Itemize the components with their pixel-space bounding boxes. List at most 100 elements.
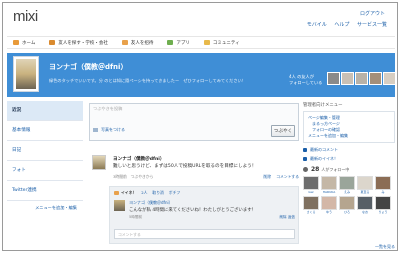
nav-apps[interactable]: アプリ [167,40,190,46]
recent-comments-label: 最新のコメント [310,147,338,152]
nav-label: 友人を探す・学校・会社 [58,40,108,46]
community-icon [203,40,210,45]
like-label[interactable]: イイネ！ [121,190,136,196]
find-friends-icon [49,40,56,45]
post-actions: 削除 コメントする [259,174,299,180]
follower-name: ゆう [325,210,332,214]
invite-icon [121,40,128,45]
post-avatar[interactable] [92,155,106,170]
friend-photo[interactable] [327,72,340,85]
follower-count: 28 [311,166,320,173]
follow-label: フォローしている [289,80,323,85]
follower-item[interactable]: み [375,176,391,194]
sidebar-item-twitter[interactable]: Twitter連携 [7,181,83,201]
sidebar-item-photo[interactable]: フォト [7,161,83,181]
profile-name: ヨンナゴ（僕教＠dfni） [49,63,128,71]
follower-name: なお [361,210,368,214]
nav-community[interactable]: コミュニティ [203,40,240,46]
nav-label: ホーム [22,40,36,46]
sidebar-item-diary[interactable]: 日記 [7,141,83,161]
follower-item[interactable]: 夏至る [357,176,373,194]
follower-name: さくら [306,210,316,214]
home-icon [13,40,19,45]
sidebar-item-status[interactable]: 近況 [7,101,83,121]
recent-likes-link[interactable]: 最新のイイネ！ [303,156,395,162]
follower-photo [357,176,373,190]
reply-text: こんなが私 4時間に来てくださいね！わたしがとうございます！ [129,208,256,213]
nav-find-friends[interactable]: 友人を探す・学校・会社 [49,40,108,46]
follower-photo [339,176,355,190]
follower-item[interactable]: HARUKA [321,176,337,194]
follower-photo [375,196,391,210]
post-author[interactable]: ヨンナゴ（僕教＠dfni） [113,156,164,162]
follower-name: えみ [343,190,350,194]
follower-item[interactable]: ひろ [339,196,355,214]
follower-photo [321,176,337,190]
follower-name: りょう [378,210,388,214]
main-content: つぶやきを投稿 写真をつける つぶやく ヨンナゴ（僕教＠dfni） 難しいと思う… [89,103,299,244]
follower-item[interactable]: ゆう [321,196,337,214]
friend-photo[interactable] [355,72,368,85]
status-input[interactable]: つぶやきを投稿 [93,106,122,112]
delete-link[interactable]: 削除 [263,174,271,179]
reply-delete-link[interactable]: 削除 [279,215,286,219]
follower-photo [375,176,391,190]
follower-item[interactable]: りょう [375,196,391,214]
follower-name: HARUKA [322,190,336,194]
help-link[interactable]: ヘルプ [334,22,349,28]
recent-likes-label: 最新のイイネ！ [310,156,338,161]
view-all-followers-link[interactable]: 一覧を見る [375,244,395,250]
nav-label: コミュニティ [212,40,240,46]
friend-photo[interactable] [369,72,382,85]
nav-label: アプリ [176,40,190,46]
like-cancel-link[interactable]: 取り消 [152,190,163,196]
arrow-right-icon [303,148,307,152]
friend-photos [327,72,397,85]
follower-item[interactable]: なお [357,196,373,214]
reply-date: 5時間前 [129,215,143,219]
photo-icon [93,128,98,132]
reply-author[interactable]: ヨンナゴ（僕教＠dfni） [129,200,173,206]
mixi-logo[interactable]: mixi [13,8,38,25]
admin-menu-title: 管理者向けメニュー [303,103,343,108]
like-count[interactable]: 2人 [141,190,147,196]
attach-photo-label: 写真をつける [101,127,125,132]
reactions-box: イイネ！ 2人 取り消 ポチフ ヨンナゴ（僕教＠dfni） こんなが私 4時間に… [109,186,299,244]
logout-link[interactable]: ログアウト [360,10,385,17]
friend-photo[interactable] [383,72,396,85]
like-icon [114,191,119,195]
comment-link[interactable]: コメントする [276,174,299,179]
post-button[interactable]: つぶやく [271,125,295,137]
follower-photo [303,196,319,210]
followers-header: 28 人がフォロー中 [303,166,395,173]
right-sidebar: 管理者向けメニュー ページ編集・管理 まるっ方ページ フォローの確認 メニューを… [303,102,395,249]
friend-photo[interactable] [341,72,354,85]
admin-menu: ページ編集・管理 まるっ方ページ フォローの確認 メニューを追加・編集 [303,111,395,143]
share-link[interactable]: ポチフ [169,190,180,196]
admin-edit-menu-link[interactable]: メニューを追加・編集 [308,133,390,139]
reply-reply-link[interactable]: 返信 [288,215,295,219]
nav-label: 友人を招待 [130,40,154,46]
sidebar-edit-menu-link[interactable]: メニューを追加・編集 [7,201,83,215]
follower-photo [357,196,373,210]
reply-avatar[interactable] [114,200,125,211]
services-link[interactable]: サービス一覧 [357,22,387,28]
nav-home[interactable]: ホーム [13,40,35,46]
follower-item[interactable]: さくら [303,196,319,214]
profile-avatar[interactable] [13,56,39,92]
follower-item[interactable]: kaz [303,176,319,194]
follower-label: 人がフォロー中 [321,166,350,172]
profile-banner: ヨンナゴ（僕教＠dfni） 緑色のタッチでいいです。分 のとは知に隠ペーシを持っ… [7,53,397,97]
follower-item[interactable]: えみ [339,176,355,194]
attach-photo-link[interactable]: 写真をつける [93,127,125,133]
comment-input[interactable]: コメントする [114,229,295,239]
nav-invite[interactable]: 友人を招待 [121,40,154,46]
recent-comments-link[interactable]: 最新のコメント [303,147,395,153]
sidebar-item-basic-info[interactable]: 基本情報 [7,121,83,141]
header-links: モバイル ヘルプ サービス一覧 [301,21,387,28]
post-meta: 3時間前 つぶやきから [113,174,154,179]
followers-grid: kaz HARUKA えみ 夏至る み さくら ゆう ひろ なお りょう [303,176,395,214]
follower-photo [339,196,355,210]
follower-name: み [381,190,385,194]
mobile-link[interactable]: モバイル [307,22,327,28]
